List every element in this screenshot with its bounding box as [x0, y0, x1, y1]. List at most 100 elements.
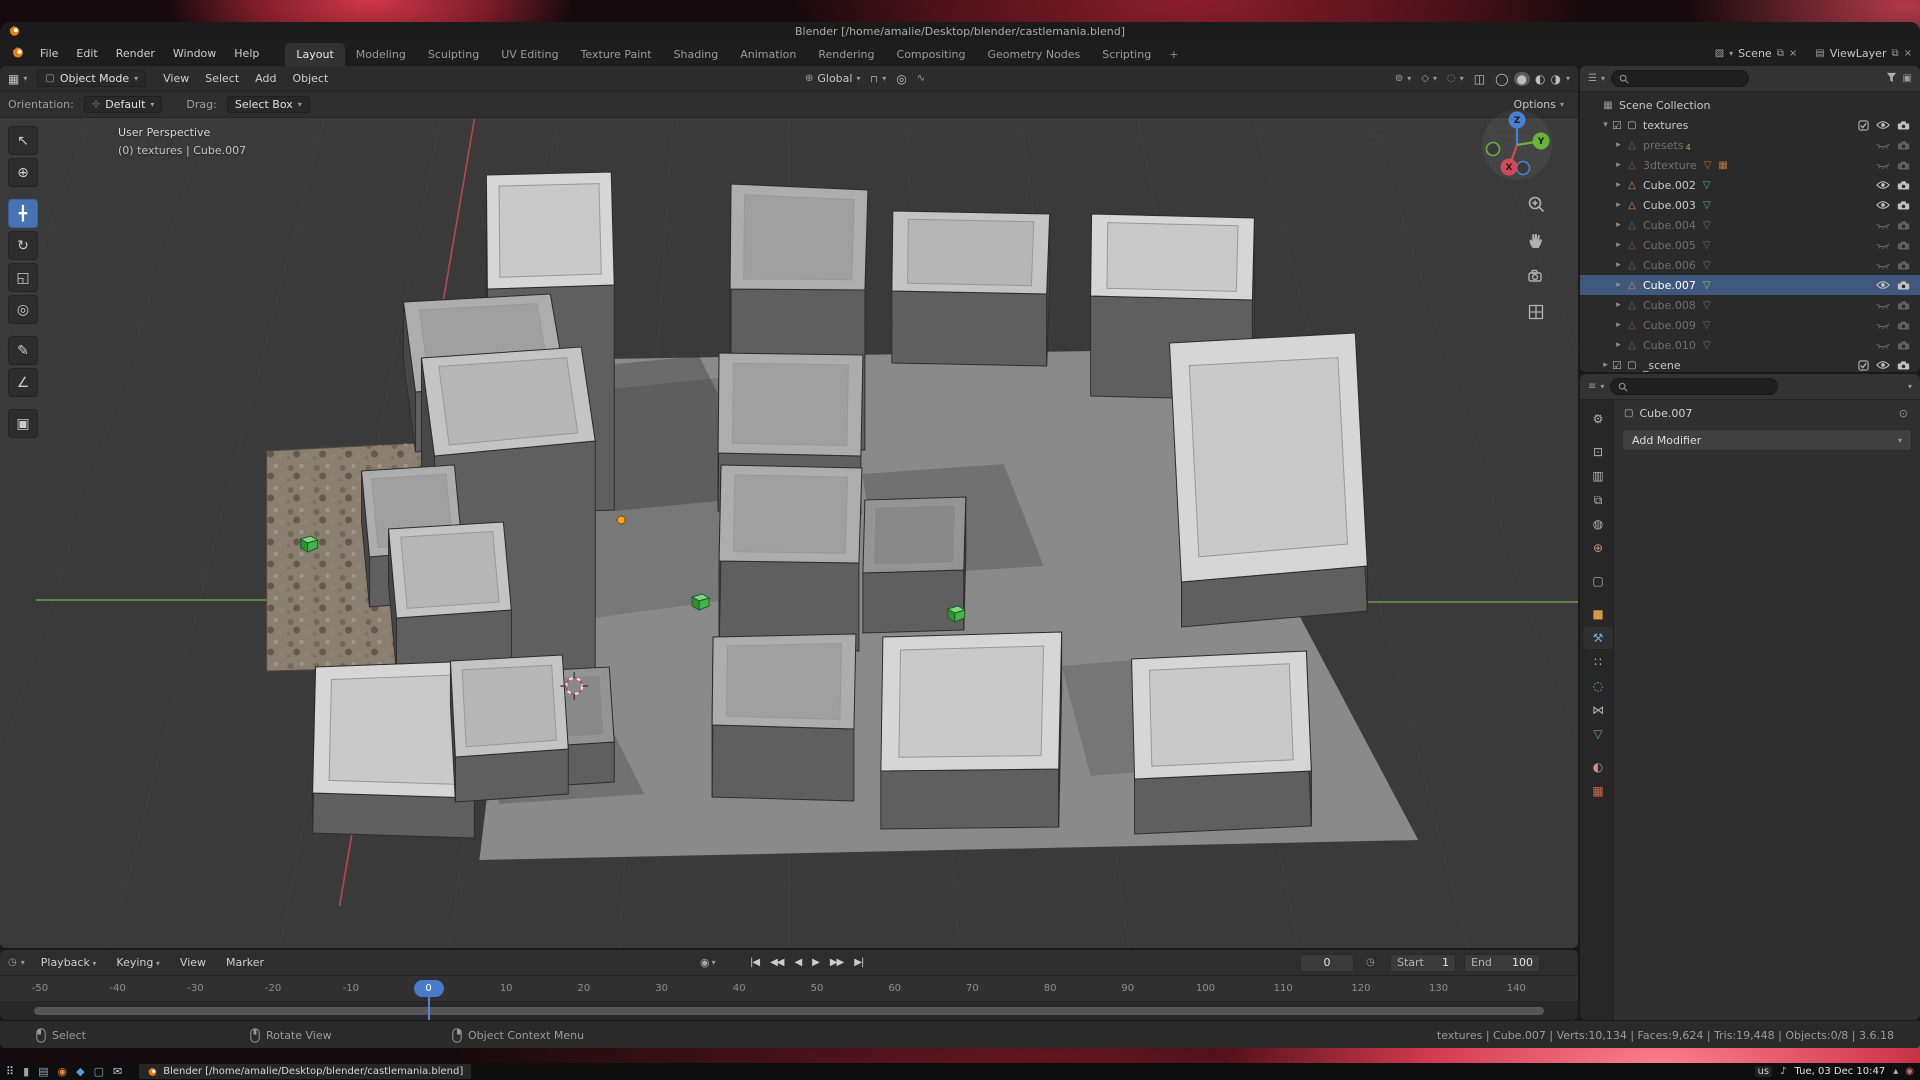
disable-in-render-icon[interactable]: [1897, 260, 1910, 270]
navigation-gizmo[interactable]: ZYX: [1480, 108, 1554, 182]
outliner-row-cube-006[interactable]: ▸△Cube.006▽: [1580, 255, 1920, 275]
play-button[interactable]: ▶: [808, 955, 823, 970]
menu-help[interactable]: Help: [226, 44, 267, 63]
hide-in-viewport-icon[interactable]: [1876, 280, 1890, 290]
chevron-down-icon[interactable]: ▾: [1566, 74, 1570, 83]
disable-in-render-icon[interactable]: [1897, 160, 1910, 170]
hide-in-viewport-icon[interactable]: [1876, 240, 1890, 250]
browser-icon[interactable]: ◉: [58, 1065, 68, 1078]
viewlayer-copy-icon[interactable]: ⧉: [1891, 48, 1898, 59]
expand-icon[interactable]: ▸: [1612, 180, 1625, 190]
hide-in-viewport-icon[interactable]: [1876, 120, 1890, 130]
viewlayer-icon[interactable]: ▤: [1815, 48, 1824, 59]
taskbar-window-button[interactable]: Blender [/home/amalie/Desktop/blender/ca…: [139, 1064, 471, 1079]
tab-shading[interactable]: Shading: [663, 43, 730, 66]
outliner-row-presets[interactable]: ▸△presets4: [1580, 135, 1920, 155]
scene-name[interactable]: Scene: [1738, 47, 1772, 60]
app-grid-icon[interactable]: ⠿: [6, 1065, 14, 1078]
expand-icon[interactable]: ▸: [1612, 240, 1625, 250]
editor-type-button[interactable]: ▦ ▾: [8, 72, 27, 86]
filter-icon[interactable]: [1886, 72, 1897, 86]
disable-in-render-icon[interactable]: [1897, 300, 1910, 310]
shading-solid-button[interactable]: ●: [1514, 72, 1530, 86]
shading-rendered-button[interactable]: ◑: [1551, 72, 1561, 86]
disable-in-render-icon[interactable]: [1897, 320, 1910, 330]
jump-to-start-button[interactable]: |◀: [746, 955, 763, 970]
tray-expand-icon[interactable]: ▴: [1893, 1066, 1898, 1077]
prev-keyframe-button[interactable]: ◀◀: [766, 955, 787, 970]
tool-tweak-select[interactable]: ↖: [8, 126, 38, 155]
hide-in-viewport-icon[interactable]: [1876, 220, 1890, 230]
menu-render[interactable]: Render: [108, 44, 163, 63]
proportional-edit-toggle[interactable]: ◎: [896, 72, 906, 86]
keyboard-layout-indicator[interactable]: us: [1755, 1066, 1773, 1077]
menu-window[interactable]: Window: [165, 44, 224, 63]
shading-material-button[interactable]: ◐: [1535, 72, 1545, 86]
tool-cursor[interactable]: ⊕: [8, 158, 38, 187]
outliner-row-scene-collection[interactable]: ▦Scene Collection: [1580, 95, 1920, 115]
hide-in-viewport-icon[interactable]: [1876, 160, 1890, 170]
gizmos-dropdown[interactable]: ◇ ▾: [1421, 73, 1437, 84]
disable-in-render-icon[interactable]: [1897, 280, 1910, 290]
scene-copy-icon[interactable]: ⧉: [1777, 48, 1784, 59]
disable-in-render-icon[interactable]: [1897, 180, 1910, 190]
orientation-select[interactable]: ⊹ Default ▾: [84, 96, 163, 113]
properties-tab-tool[interactable]: ⚙: [1583, 408, 1613, 430]
hide-in-viewport-icon[interactable]: [1876, 340, 1890, 350]
playhead[interactable]: 0: [414, 980, 444, 997]
outliner-row-3dtexture[interactable]: ▸△3dtexture▽▦: [1580, 155, 1920, 175]
outliner-row-cube-009[interactable]: ▸△Cube.009▽: [1580, 315, 1920, 335]
add-workspace-button[interactable]: +: [1162, 43, 1185, 66]
tab-geometry-nodes[interactable]: Geometry Nodes: [976, 43, 1091, 66]
outliner-row-cube-002[interactable]: ▸△Cube.002▽: [1580, 175, 1920, 195]
tab-rendering[interactable]: Rendering: [807, 43, 885, 66]
properties-tab-view-layer[interactable]: ⧉: [1583, 489, 1613, 511]
properties-tab-modifiers[interactable]: ⚒: [1583, 627, 1613, 649]
media-icon[interactable]: ▢: [94, 1065, 104, 1078]
properties-tab-scene[interactable]: ◍: [1583, 513, 1613, 535]
frame-end-field[interactable]: End 100: [1464, 954, 1540, 972]
tab-uv-editing[interactable]: UV Editing: [490, 43, 569, 66]
hide-in-viewport-icon[interactable]: [1876, 180, 1890, 190]
exclude-checkbox[interactable]: [1858, 120, 1869, 131]
properties-tab-physics[interactable]: ◌: [1583, 675, 1613, 697]
frame-start-field[interactable]: Start 1: [1390, 954, 1456, 972]
playback-clock-icon[interactable]: ◷: [1366, 957, 1375, 968]
disable-in-render-icon[interactable]: [1897, 120, 1910, 130]
expand-icon[interactable]: ▸: [1599, 360, 1612, 370]
outliner-row-cube-005[interactable]: ▸△Cube.005▽: [1580, 235, 1920, 255]
properties-tab-particles[interactable]: ∷: [1583, 651, 1613, 673]
pin-icon[interactable]: ⊙: [1899, 407, 1908, 420]
properties-tab-constraints[interactable]: ⋈: [1583, 699, 1613, 721]
overlays-dropdown[interactable]: ◌ ▾: [1447, 73, 1464, 84]
tab-compositing[interactable]: Compositing: [886, 43, 977, 66]
hide-in-viewport-icon[interactable]: [1876, 320, 1890, 330]
tool-rotate[interactable]: ↻: [8, 231, 38, 260]
expand-icon[interactable]: ▸: [1612, 220, 1625, 230]
expand-icon[interactable]: ▸: [1612, 160, 1625, 170]
notifications-icon[interactable]: ◉: [1905, 1066, 1914, 1077]
outliner-search-input[interactable]: [1611, 70, 1749, 87]
timeline-menu-keying[interactable]: Keying ▾: [108, 953, 168, 972]
hide-in-viewport-icon[interactable]: [1876, 260, 1890, 270]
disable-in-render-icon[interactable]: [1897, 360, 1910, 370]
outliner-row-textures[interactable]: ▾☑▢textures: [1580, 115, 1920, 135]
breadcrumb-object-name[interactable]: Cube.007: [1639, 407, 1692, 420]
tool-scale[interactable]: ◱: [8, 263, 38, 292]
terminal-icon[interactable]: ▮: [23, 1065, 29, 1078]
disable-in-render-icon[interactable]: [1897, 200, 1910, 210]
editor-icon[interactable]: ◆: [76, 1065, 84, 1078]
properties-tab-object-data[interactable]: ▽: [1583, 723, 1613, 745]
current-frame-field[interactable]: 0: [1300, 954, 1354, 972]
timeline-ruler[interactable]: -50-40-30-20-100102030405060708090100110…: [0, 976, 1578, 1002]
auto-keying-toggle[interactable]: ◉ ▾: [700, 956, 716, 969]
viewport-menu-add[interactable]: Add: [248, 70, 283, 87]
expand-icon[interactable]: ▸: [1612, 260, 1625, 270]
blender-menu-logo-icon[interactable]: [10, 44, 26, 63]
expand-icon[interactable]: ▸: [1612, 300, 1625, 310]
play-reverse-button[interactable]: ◀: [790, 955, 805, 970]
timeline-editor[interactable]: ◷ ▾ Playback ▾Keying ▾ViewMarker ◉ ▾ |◀◀…: [0, 950, 1578, 1020]
camera-view-icon[interactable]: [1526, 266, 1546, 290]
tab-layout[interactable]: Layout: [285, 43, 344, 66]
menu-file[interactable]: File: [32, 44, 66, 63]
